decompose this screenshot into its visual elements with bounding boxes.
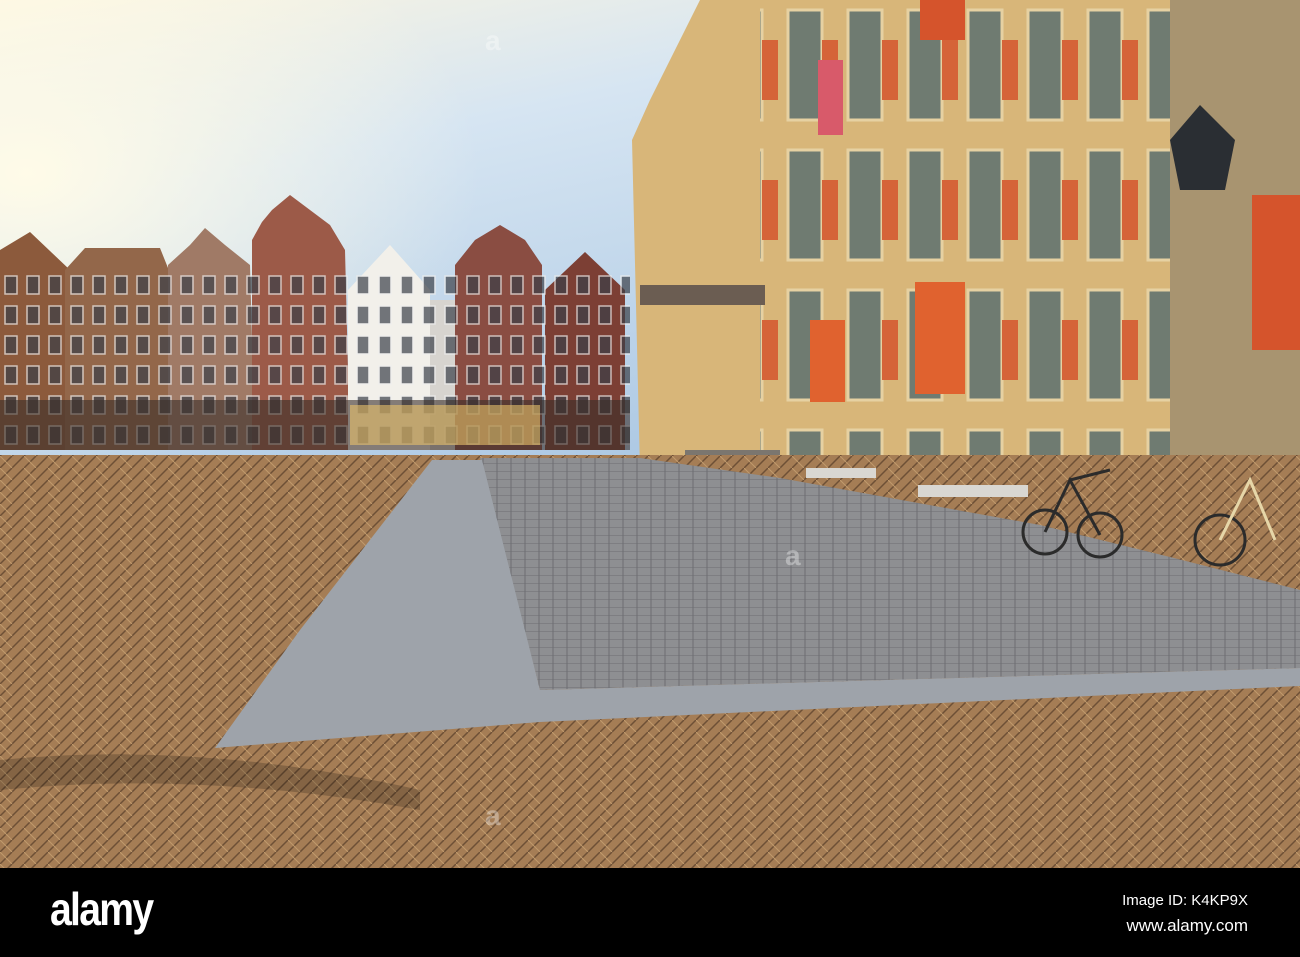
alamy-logo: alamy xyxy=(50,883,154,935)
website-link: www.alamy.com xyxy=(1126,916,1248,935)
watermark: a xyxy=(485,25,501,56)
footer-bar: alamy Image ID: K4KP9X www.alamy.com xyxy=(0,868,1300,957)
town-square-photo xyxy=(0,0,1300,868)
bench xyxy=(918,485,1028,497)
watermark: a xyxy=(785,540,801,571)
image-id: Image ID: K4KP9X xyxy=(1122,892,1248,909)
photo-frame: a a a alamy Image ID: K4KP9X www.alamy.c… xyxy=(0,0,1300,957)
watermark: a xyxy=(485,800,501,831)
bench xyxy=(806,468,876,478)
